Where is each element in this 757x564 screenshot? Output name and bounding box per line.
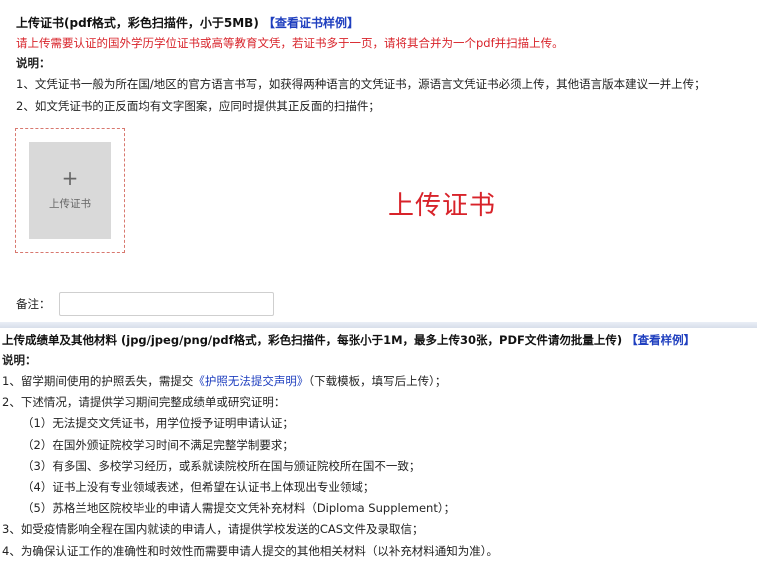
certificate-title-text: 上传证书(pdf格式，彩色扫描件，小于5MB) xyxy=(16,16,259,30)
transcript-section-title: 上传成绩单及其他材料 (jpg/jpeg/png/pdf格式，彩色扫描件，每张小… xyxy=(2,330,757,350)
transcript-title-text: 上传成绩单及其他材料 (jpg/jpeg/png/pdf格式，彩色扫描件，每张小… xyxy=(2,333,623,347)
transcript-item-3: 3、如受疫情影响全程在国内就读的申请人，请提供学校发送的CAS文件及录取信； xyxy=(2,522,424,537)
remark-row: 备注： xyxy=(16,292,274,316)
certificate-warning: 请上传需要认证的国外学历学位证书或高等教育文凭，若证书多于一页，请将其合并为一个… xyxy=(16,36,564,50)
transcript-item-1: 1、留学期间使用的护照丢失，需提交《护照无法提交声明》（下载模板，填写后上传）； xyxy=(2,371,757,392)
transcript-item-4: 4、为确保认证工作的准确性和时效性而需要申请人提交的其他相关材料（以补充材料通知… xyxy=(2,543,499,558)
plus-icon: + xyxy=(61,166,79,190)
remark-label: 备注： xyxy=(16,297,51,311)
certificate-section-title: 上传证书(pdf格式，彩色扫描件，小于5MB) 【查看证书样例】 xyxy=(16,14,757,34)
upload-certificate-heading: 上传证书 xyxy=(388,191,497,221)
transcript-sub-item-1: （1）无法提交文凭证书，用学位授予证明申请认证； xyxy=(22,416,294,431)
certificate-note-1: 1、文凭证书一般为所在国/地区的官方语言书写，如获得两种语言的文凭证书，源语言文… xyxy=(16,77,706,91)
view-sample-link[interactable]: 【查看样例】 xyxy=(626,333,695,347)
certificate-upload-dropzone: + 上传证书 xyxy=(15,128,125,253)
certificate-note-2: 2、如文凭证书的正反面均有文字图案，应同时提供其正反面的扫描件； xyxy=(16,99,380,113)
transcript-item-2: 2、下述情况，请提供学习期间完整成绩单或研究证明： xyxy=(2,395,286,410)
upload-button-label: 上传证书 xyxy=(49,198,91,210)
transcript-sub-item-4: （4）证书上没有专业领域表述，但希望在认证书上体现出专业领域； xyxy=(22,480,375,495)
view-certificate-sample-link[interactable]: 【查看证书样例】 xyxy=(263,16,359,30)
remark-input[interactable] xyxy=(58,292,274,316)
transcript-upload-section: 上传成绩单及其他材料 (jpg/jpeg/png/pdf格式，彩色扫描件，每张小… xyxy=(0,330,757,562)
transcript-sub-item-2: （2）在国外颁证院校学习时间不满足完整学制要求； xyxy=(22,437,294,452)
item-1-suffix: （下载模板，填写后上传）； xyxy=(308,374,447,388)
transcript-sub-item-5: （5）苏格兰地区院校毕业的申请人需提交文凭补充材料（Diploma Supple… xyxy=(22,501,456,516)
transcript-note-label: 说明： xyxy=(2,353,37,367)
passport-declaration-link[interactable]: 《护照无法提交声明》 xyxy=(193,374,308,388)
certificate-note-label: 说明： xyxy=(16,56,51,70)
item-1-prefix: 1、留学期间使用的护照丢失，需提交 xyxy=(2,374,194,388)
certificate-upload-button[interactable]: + 上传证书 xyxy=(29,142,111,239)
transcript-sub-item-3: （3）有多国、多校学习经历，或系就读院校所在国与颁证院校所在国不一致； xyxy=(22,458,421,473)
section-divider xyxy=(0,322,757,328)
